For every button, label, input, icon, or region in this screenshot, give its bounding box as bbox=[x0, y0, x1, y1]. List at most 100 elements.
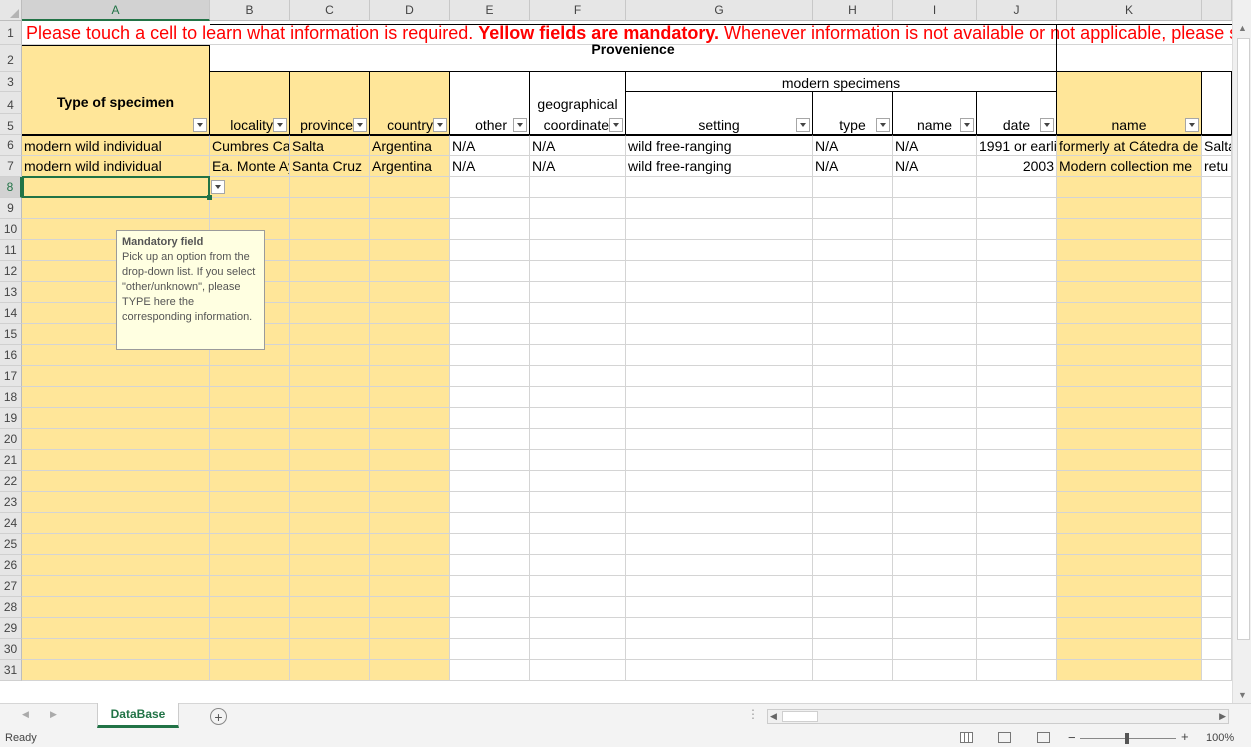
cell-h27[interactable] bbox=[813, 576, 893, 597]
cell-k24[interactable] bbox=[1057, 513, 1202, 534]
filter-dropdown-coordinate[interactable] bbox=[609, 118, 623, 132]
cell-f20[interactable] bbox=[530, 429, 626, 450]
cell-l6[interactable]: Salta bbox=[1202, 135, 1232, 156]
cell-b7[interactable]: Ea. Monte Aymond bbox=[210, 156, 290, 177]
cell-k29[interactable] bbox=[1057, 618, 1202, 639]
row-header-23[interactable]: 23 bbox=[0, 492, 22, 513]
cell-k25[interactable] bbox=[1057, 534, 1202, 555]
cell-d12[interactable] bbox=[370, 261, 450, 282]
row-header-16[interactable]: 16 bbox=[0, 345, 22, 366]
cell-j22[interactable] bbox=[977, 471, 1057, 492]
cell-c24[interactable] bbox=[290, 513, 370, 534]
zoom-slider-thumb[interactable] bbox=[1125, 733, 1129, 744]
filter-dropdown-name-k[interactable] bbox=[1185, 118, 1199, 132]
cell-f14[interactable] bbox=[530, 303, 626, 324]
cell-f18[interactable] bbox=[530, 387, 626, 408]
cell-l26[interactable] bbox=[1202, 555, 1232, 576]
cell-c20[interactable] bbox=[290, 429, 370, 450]
cell-l11[interactable] bbox=[1202, 240, 1232, 261]
cell-j27[interactable] bbox=[977, 576, 1057, 597]
cell-d16[interactable] bbox=[370, 345, 450, 366]
cell-f8[interactable] bbox=[530, 177, 626, 198]
zoom-level[interactable]: 100% bbox=[1206, 732, 1234, 744]
cell-k28[interactable] bbox=[1057, 597, 1202, 618]
cell-a17[interactable] bbox=[22, 366, 210, 387]
cell-k11[interactable] bbox=[1057, 240, 1202, 261]
cell-b31[interactable] bbox=[210, 660, 290, 681]
cell-c9[interactable] bbox=[290, 198, 370, 219]
cell-l24[interactable] bbox=[1202, 513, 1232, 534]
cell-j14[interactable] bbox=[977, 303, 1057, 324]
vertical-scroll-thumb[interactable] bbox=[1237, 38, 1250, 640]
row-header-4[interactable]: 4 bbox=[0, 92, 22, 114]
cell-g31[interactable] bbox=[626, 660, 813, 681]
cell-l19[interactable] bbox=[1202, 408, 1232, 429]
cell-b20[interactable] bbox=[210, 429, 290, 450]
cell-k26[interactable] bbox=[1057, 555, 1202, 576]
new-sheet-button[interactable]: + bbox=[210, 708, 227, 725]
cell-b30[interactable] bbox=[210, 639, 290, 660]
cell-b26[interactable] bbox=[210, 555, 290, 576]
cell-h9[interactable] bbox=[813, 198, 893, 219]
cell-j19[interactable] bbox=[977, 408, 1057, 429]
cell-i13[interactable] bbox=[893, 282, 977, 303]
cell-i24[interactable] bbox=[893, 513, 977, 534]
cell-f25[interactable] bbox=[530, 534, 626, 555]
cell-g15[interactable] bbox=[626, 324, 813, 345]
row-header-1[interactable]: 1 bbox=[0, 21, 22, 45]
cell-g26[interactable] bbox=[626, 555, 813, 576]
page-layout-view-icon[interactable] bbox=[998, 732, 1011, 743]
cell-l18[interactable] bbox=[1202, 387, 1232, 408]
cell-c21[interactable] bbox=[290, 450, 370, 471]
cell-c23[interactable] bbox=[290, 492, 370, 513]
cell-f7[interactable]: N/A bbox=[530, 156, 626, 177]
cell-h16[interactable] bbox=[813, 345, 893, 366]
cell-f9[interactable] bbox=[530, 198, 626, 219]
cell-d15[interactable] bbox=[370, 324, 450, 345]
cell-g18[interactable] bbox=[626, 387, 813, 408]
cell-j18[interactable] bbox=[977, 387, 1057, 408]
row-header-21[interactable]: 21 bbox=[0, 450, 22, 471]
cell-l14[interactable] bbox=[1202, 303, 1232, 324]
zoom-out-icon[interactable]: − bbox=[1068, 730, 1076, 745]
cell-c31[interactable] bbox=[290, 660, 370, 681]
cell-f11[interactable] bbox=[530, 240, 626, 261]
cell-h15[interactable] bbox=[813, 324, 893, 345]
cell-k16[interactable] bbox=[1057, 345, 1202, 366]
cell-e31[interactable] bbox=[450, 660, 530, 681]
cell-g28[interactable] bbox=[626, 597, 813, 618]
cell-a22[interactable] bbox=[22, 471, 210, 492]
scroll-right-icon[interactable]: ▶ bbox=[1219, 711, 1226, 722]
cell-g8[interactable] bbox=[626, 177, 813, 198]
cell-i23[interactable] bbox=[893, 492, 977, 513]
cell-j30[interactable] bbox=[977, 639, 1057, 660]
scroll-left-icon[interactable]: ◀ bbox=[770, 711, 777, 722]
cell-i18[interactable] bbox=[893, 387, 977, 408]
cell-c14[interactable] bbox=[290, 303, 370, 324]
cell-l13[interactable] bbox=[1202, 282, 1232, 303]
cell-e25[interactable] bbox=[450, 534, 530, 555]
cell-e18[interactable] bbox=[450, 387, 530, 408]
row-header-18[interactable]: 18 bbox=[0, 387, 22, 408]
cell-j8[interactable] bbox=[977, 177, 1057, 198]
cell-h17[interactable] bbox=[813, 366, 893, 387]
column-header-e[interactable]: E bbox=[450, 0, 530, 21]
row-header-30[interactable]: 30 bbox=[0, 639, 22, 660]
cell-h6[interactable]: N/A bbox=[813, 135, 893, 156]
cell-g22[interactable] bbox=[626, 471, 813, 492]
cell-h19[interactable] bbox=[813, 408, 893, 429]
cell-g11[interactable] bbox=[626, 240, 813, 261]
cell-e9[interactable] bbox=[450, 198, 530, 219]
cell-f19[interactable] bbox=[530, 408, 626, 429]
cell-h24[interactable] bbox=[813, 513, 893, 534]
cell-e11[interactable] bbox=[450, 240, 530, 261]
cell-i31[interactable] bbox=[893, 660, 977, 681]
row-header-10[interactable]: 10 bbox=[0, 219, 22, 240]
cell-g30[interactable] bbox=[626, 639, 813, 660]
cell-i27[interactable] bbox=[893, 576, 977, 597]
cell-c10[interactable] bbox=[290, 219, 370, 240]
cell-g7[interactable]: wild free-ranging bbox=[626, 156, 813, 177]
cell-l8[interactable] bbox=[1202, 177, 1232, 198]
cell-j29[interactable] bbox=[977, 618, 1057, 639]
filter-dropdown-name[interactable] bbox=[960, 118, 974, 132]
